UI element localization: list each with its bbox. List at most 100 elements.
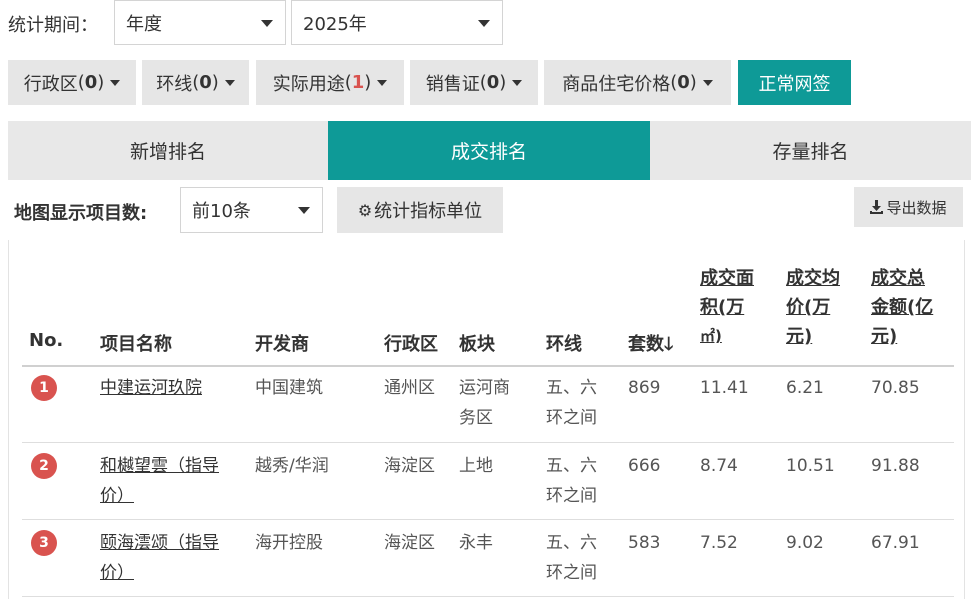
filter-count: 0 [677, 72, 690, 93]
total-cell: 70.85 [871, 378, 920, 398]
block-cell: 上地 [459, 451, 493, 481]
project-name-link[interactable]: 中建运河玖院 [100, 373, 202, 403]
filter-count: 0 [84, 72, 98, 93]
avg-price-cell: 10.51 [786, 456, 835, 476]
project-name-line: 价） [100, 563, 134, 583]
filter-usage-button[interactable]: 实际用途(1) [256, 60, 404, 105]
avg-price-cell: 6.21 [786, 378, 824, 398]
block-cell: 运河商 务区 [459, 373, 510, 433]
header-divider [22, 365, 954, 367]
col-header-area[interactable]: 成交面 积(万 ㎡) [700, 264, 770, 351]
developer-cell: 海开控股 [255, 533, 323, 553]
project-name-line: 颐海澐颂（指导 [100, 533, 219, 553]
map-display-label: 地图显示项目数: [14, 203, 148, 224]
filter-count: 0 [486, 72, 500, 93]
chevron-down-icon [478, 19, 490, 27]
col-header-avg-price[interactable]: 成交均 价(万 元) [786, 264, 856, 351]
rank-badge: 1 [31, 375, 57, 401]
ring-line: 环之间 [546, 408, 597, 428]
block-line: 永丰 [459, 533, 493, 553]
tab-stock-ranking[interactable]: 存量排名 [650, 121, 971, 180]
unit-settings-button[interactable]: ⚙ 统计指标单位 [337, 187, 503, 233]
header-line: 成交均 [786, 268, 840, 289]
ring-line: 环之间 [546, 486, 597, 506]
download-icon [870, 200, 884, 214]
header-line: 成交面 [700, 268, 754, 289]
block-line: 上地 [459, 456, 493, 476]
period-type-value: 年度 [126, 13, 162, 35]
project-name-link[interactable]: 和樾望雲（指导 价） [100, 451, 219, 511]
units-cell: 869 [628, 378, 661, 398]
period-label: 统计期间： [8, 15, 98, 36]
col-header-developer: 开发商 [255, 334, 309, 355]
row-divider [22, 519, 954, 520]
row-divider [22, 442, 954, 443]
normal-sign-button[interactable]: 正常网签 [738, 60, 851, 105]
project-name-line: 和樾望雲（指导 [100, 456, 219, 476]
developer-cell: 中国建筑 [255, 378, 323, 398]
units-header-label: 套数 [628, 334, 664, 355]
period-year-value: 2025年 [303, 13, 367, 35]
ring-cell: 五、六 环之间 [546, 528, 597, 588]
area-cell: 8.74 [700, 456, 738, 476]
tab-new-ranking[interactable]: 新增排名 [8, 121, 328, 180]
map-display-select[interactable]: 前10条 [180, 187, 323, 233]
rank-badge: 2 [31, 453, 57, 479]
filter-district-button[interactable]: 行政区(0) [8, 60, 136, 105]
area-cell: 7.52 [700, 533, 738, 553]
header-line: 价(万 [786, 297, 831, 318]
project-name-link[interactable]: 颐海澐颂（指导 价） [100, 528, 219, 588]
filter-label: 实际用途 [272, 73, 345, 95]
header-line: 金额(亿 [871, 297, 934, 318]
col-header-total[interactable]: 成交总 金额(亿 元) [871, 264, 955, 351]
chevron-down-icon [261, 19, 273, 27]
map-display-value: 前10条 [192, 201, 251, 222]
filter-ring-button[interactable]: 环线(0) [142, 60, 249, 105]
col-header-block: 板块 [459, 334, 495, 355]
block-cell: 永丰 [459, 528, 493, 558]
total-cell: 91.88 [871, 456, 920, 476]
export-data-button[interactable]: 导出数据 [854, 187, 963, 227]
district-cell: 海淀区 [384, 533, 435, 553]
units-cell: 666 [628, 456, 661, 476]
district-cell: 海淀区 [384, 456, 435, 476]
units-cell: 583 [628, 533, 661, 553]
ring-line: 五、六 [546, 533, 597, 553]
row-divider [22, 596, 954, 597]
project-name-line: 中建运河玖院 [100, 378, 202, 398]
header-line: 积(万 [700, 297, 745, 318]
filter-price-button[interactable]: 商品住宅价格(0) [544, 60, 731, 105]
filter-count: 1 [351, 72, 365, 93]
filter-count: 0 [199, 72, 212, 93]
col-header-units[interactable]: 套数🡓 [628, 330, 673, 362]
header-line: ㎡) [700, 327, 722, 345]
caret-down-icon [110, 79, 121, 86]
filter-label: 环线 [156, 73, 193, 95]
tab-deal-ranking[interactable]: 成交排名 [328, 121, 650, 180]
avg-price-cell: 9.02 [786, 533, 824, 553]
ring-cell: 五、六 环之间 [546, 373, 597, 433]
developer-cell: 越秀/华润 [255, 456, 329, 476]
block-line: 务区 [459, 408, 493, 428]
caret-down-icon [224, 79, 235, 86]
caret-down-icon [377, 79, 388, 86]
area-cell: 11.41 [700, 378, 749, 398]
col-header-no: No. [29, 330, 64, 351]
period-type-select[interactable]: 年度 [114, 0, 286, 45]
filter-label: 行政区 [23, 73, 78, 95]
export-data-label: 导出数据 [886, 198, 947, 217]
ring-line: 五、六 [546, 378, 597, 398]
chevron-down-icon [298, 207, 310, 214]
block-line: 运河商 [459, 378, 510, 398]
ring-cell: 五、六 环之间 [546, 451, 597, 511]
caret-down-icon [702, 79, 713, 86]
caret-down-icon [512, 79, 523, 86]
unit-settings-label: 统计指标单位 [374, 201, 483, 222]
col-header-district: 行政区 [384, 334, 438, 355]
sort-down-arrow-icon: 🡓 [664, 334, 674, 355]
gear-icon: ⚙ [357, 200, 373, 220]
project-name-line: 价） [100, 486, 134, 506]
filter-label: 销售证 [425, 73, 480, 95]
filter-permit-button[interactable]: 销售证(0) [410, 60, 538, 105]
period-year-select[interactable]: 2025年 [291, 0, 503, 45]
